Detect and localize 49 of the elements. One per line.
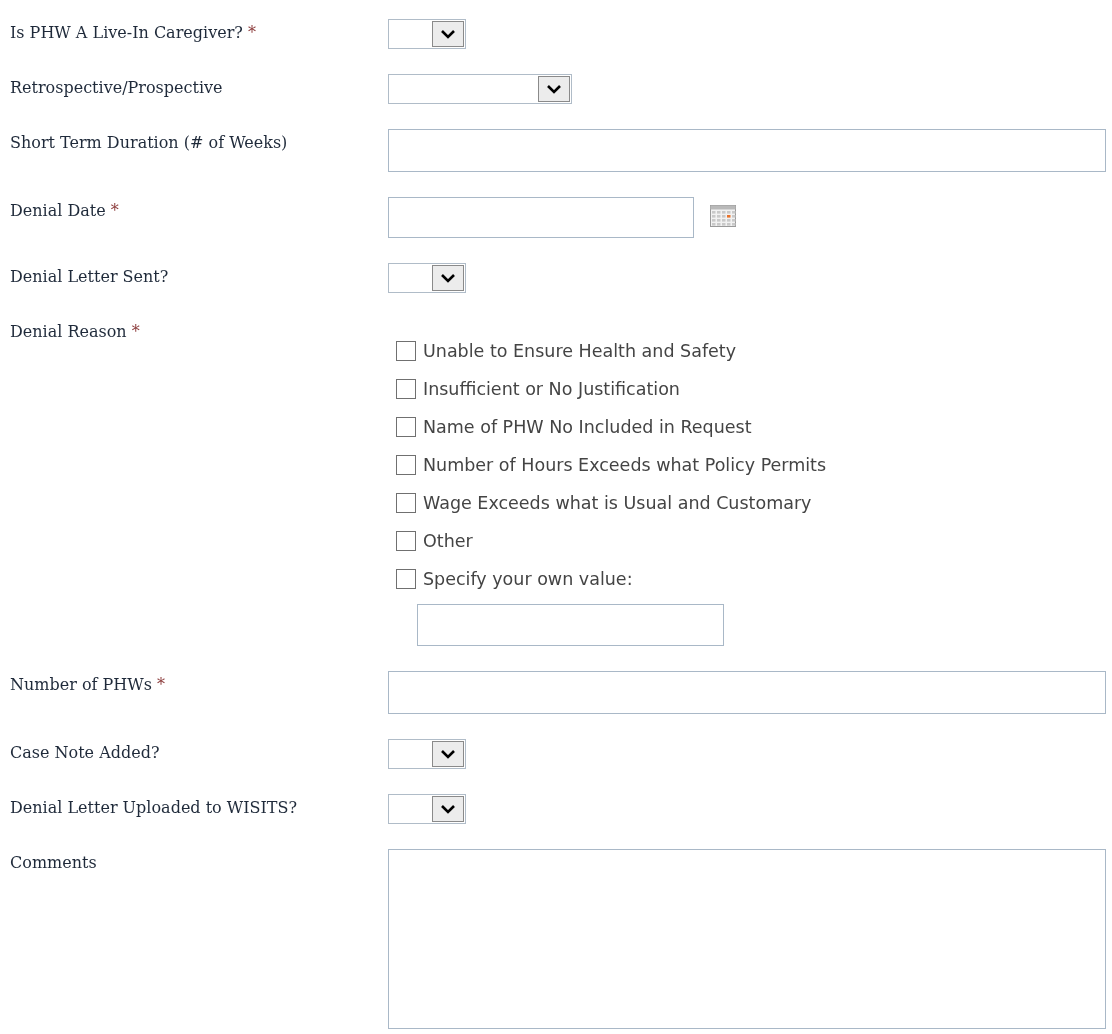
checkbox[interactable] <box>396 455 416 475</box>
input-field[interactable] <box>417 604 724 646</box>
required-mark: * <box>247 23 256 42</box>
field-label: Case Note Added? <box>10 743 160 762</box>
field-label: Denial Reason <box>10 322 127 341</box>
checkbox[interactable] <box>396 569 416 589</box>
dropdown-button[interactable] <box>432 21 464 47</box>
chevron-down-icon <box>440 804 456 814</box>
dropdown-field[interactable] <box>388 739 466 769</box>
checkbox-label: Wage Exceeds what is Usual and Customary <box>423 493 812 513</box>
checkbox-label: Name of PHW No Included in Request <box>423 417 752 437</box>
field-label: Is PHW A Live-In Caregiver? <box>10 23 243 42</box>
checkbox[interactable] <box>396 341 416 361</box>
field-label: Short Term Duration (# of Weeks) <box>10 133 288 152</box>
chevron-down-icon <box>440 273 456 283</box>
dropdown-field[interactable] <box>388 19 466 49</box>
required-mark: * <box>110 201 119 220</box>
chevron-down-icon <box>546 84 562 94</box>
dropdown-field[interactable] <box>388 794 466 824</box>
required-mark: * <box>156 675 165 694</box>
checkbox-label: Unable to Ensure Health and Safety <box>423 341 737 361</box>
checkbox-label: Other <box>423 531 473 551</box>
field-label: Denial Letter Uploaded to WISITS? <box>10 798 298 817</box>
required-mark: * <box>131 322 140 341</box>
dropdown-field[interactable] <box>388 74 572 104</box>
field-label: Number of PHWs <box>10 675 152 694</box>
field-label: Comments <box>10 853 97 872</box>
checkbox[interactable] <box>396 531 416 551</box>
dropdown-button[interactable] <box>432 741 464 767</box>
dropdown-button[interactable] <box>432 265 464 291</box>
date-field[interactable] <box>388 197 694 238</box>
field-label: Retrospective/Prospective <box>10 78 223 97</box>
checkbox-label: Number of Hours Exceeds what Policy Permits <box>423 455 827 475</box>
input-field[interactable] <box>388 129 1106 172</box>
checkbox[interactable] <box>396 379 416 399</box>
dropdown-field[interactable] <box>388 263 466 293</box>
chevron-down-icon <box>440 29 456 39</box>
checkbox-label: Specify your own value: <box>423 569 633 589</box>
calendar-icon[interactable] <box>710 205 736 227</box>
dropdown-button[interactable] <box>432 796 464 822</box>
checkbox[interactable] <box>396 417 416 437</box>
field-label: Denial Date <box>10 201 106 220</box>
chevron-down-icon <box>440 749 456 759</box>
input-field[interactable] <box>388 671 1106 714</box>
dropdown-button[interactable] <box>538 76 570 102</box>
comments-field[interactable] <box>388 849 1106 1029</box>
field-label: Denial Letter Sent? <box>10 267 169 286</box>
checkbox[interactable] <box>396 493 416 513</box>
checkbox-label: Insufficient or No Justification <box>423 379 680 399</box>
